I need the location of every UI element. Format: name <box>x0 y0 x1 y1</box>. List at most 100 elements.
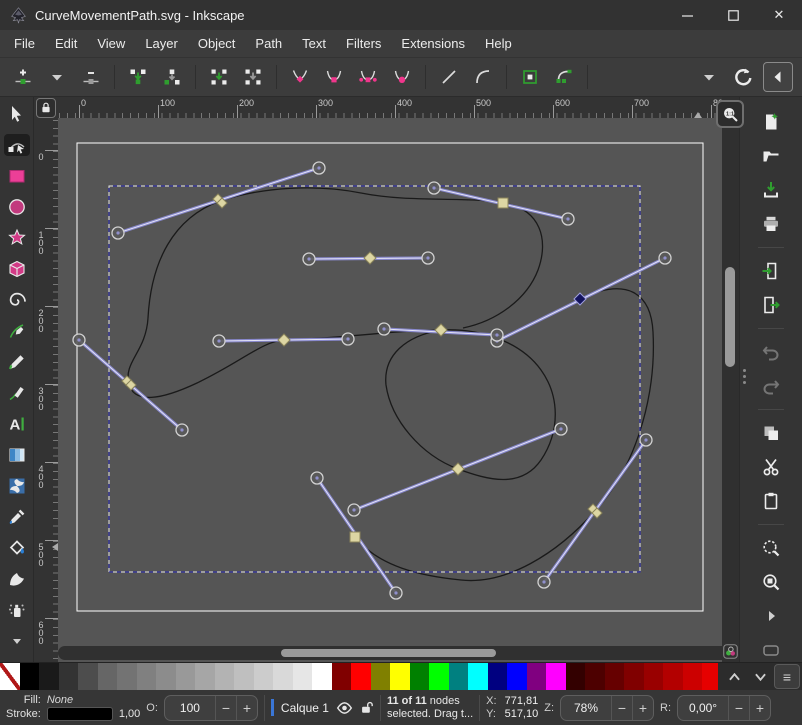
zoom-decrease-button[interactable]: − <box>611 696 632 720</box>
path-node[interactable] <box>350 532 360 542</box>
tool-mesh[interactable] <box>4 475 30 497</box>
menu-path[interactable]: Path <box>245 30 292 57</box>
vertical-scrollbar[interactable] <box>722 97 739 662</box>
insert-node-button[interactable] <box>9 63 37 91</box>
color-swatch[interactable] <box>176 663 196 690</box>
control-handle-dot[interactable] <box>307 257 310 260</box>
color-swatch[interactable] <box>468 663 488 690</box>
segment-curve-button[interactable] <box>469 63 497 91</box>
path-node[interactable] <box>498 198 508 208</box>
color-swatch[interactable] <box>644 663 664 690</box>
opacity-spinbox[interactable]: 100 − + <box>164 695 258 721</box>
color-swatch[interactable] <box>683 663 703 690</box>
color-swatch[interactable] <box>293 663 313 690</box>
color-swatch[interactable] <box>351 663 371 690</box>
zoom-spinbox[interactable]: 78% − + <box>560 695 654 721</box>
insert-node-caret-button[interactable] <box>43 63 71 91</box>
maximize-button[interactable] <box>710 0 756 30</box>
export-button[interactable] <box>759 294 783 316</box>
color-management-icon[interactable] <box>722 642 739 660</box>
color-swatch[interactable] <box>215 663 235 690</box>
control-handle-dot[interactable] <box>495 333 498 336</box>
lock-icon[interactable] <box>36 98 56 118</box>
object-to-path-button[interactable] <box>516 63 544 91</box>
segment-line-button[interactable] <box>435 63 463 91</box>
color-swatch[interactable] <box>137 663 157 690</box>
delete-node-button[interactable] <box>77 63 105 91</box>
menu-edit[interactable]: Edit <box>45 30 87 57</box>
page-border[interactable] <box>77 143 703 611</box>
color-swatch[interactable] <box>20 663 40 690</box>
tool-rectangle[interactable] <box>4 165 30 187</box>
tool-box-3d[interactable] <box>4 258 30 280</box>
color-swatch[interactable] <box>488 663 508 690</box>
color-swatch[interactable] <box>234 663 254 690</box>
join-nodes-button[interactable] <box>124 63 152 91</box>
zoom-1-1-button[interactable]: 1:1 <box>716 100 744 128</box>
color-swatch[interactable] <box>78 663 98 690</box>
color-swatch[interactable] <box>546 663 566 690</box>
tool-calligraphy[interactable] <box>4 382 30 404</box>
node-smooth-button[interactable] <box>320 63 348 91</box>
color-swatch[interactable] <box>59 663 79 690</box>
control-handle-dot[interactable] <box>644 438 647 441</box>
tool-selector[interactable] <box>4 103 30 125</box>
control-handle-dot[interactable] <box>426 256 429 259</box>
control-handle-dot[interactable] <box>566 217 569 220</box>
collapse-toolbar-button[interactable] <box>763 62 793 92</box>
control-handle-dot[interactable] <box>663 256 666 259</box>
menu-filters[interactable]: Filters <box>336 30 391 57</box>
layer-visibility-eye-icon[interactable] <box>336 701 353 715</box>
layer-name[interactable]: Calque 1 <box>281 701 329 715</box>
color-swatch[interactable] <box>507 663 527 690</box>
minimize-button[interactable] <box>664 0 710 30</box>
color-swatch[interactable] <box>585 663 605 690</box>
tool-more-tools[interactable] <box>4 630 30 652</box>
menu-layer[interactable]: Layer <box>135 30 188 57</box>
node-auto-button[interactable] <box>388 63 416 91</box>
tool-text[interactable]: A <box>4 413 30 435</box>
show-transform-handles-button[interactable] <box>729 63 757 91</box>
palette-menu-button[interactable]: ≡ <box>774 664 800 689</box>
color-swatch[interactable] <box>624 663 644 690</box>
zoom-increase-button[interactable]: + <box>632 696 653 720</box>
zoom-selection-button[interactable] <box>759 537 783 559</box>
color-swatch[interactable] <box>663 663 683 690</box>
layer-lock-open-icon[interactable] <box>360 700 374 715</box>
new-document-button[interactable] <box>759 111 783 133</box>
zoom-drawing-button[interactable] <box>759 571 783 593</box>
break-nodes-button[interactable] <box>158 63 186 91</box>
control-handle-dot[interactable] <box>352 508 355 511</box>
touch-ui-button[interactable] <box>759 639 783 661</box>
color-swatch[interactable] <box>117 663 137 690</box>
vertical-scrollbar-thumb[interactable] <box>725 267 735 367</box>
horizontal-ruler[interactable]: 0100200300400500600700800 <box>58 97 722 118</box>
open-document-button[interactable] <box>759 145 783 167</box>
print-button[interactable] <box>759 213 783 235</box>
control-handle-dot[interactable] <box>382 327 385 330</box>
color-swatch[interactable] <box>702 663 718 690</box>
commands-bar-handle[interactable] <box>743 369 746 384</box>
color-swatch[interactable] <box>156 663 176 690</box>
tool-dropper[interactable] <box>4 506 30 528</box>
color-swatch[interactable] <box>332 663 352 690</box>
opacity-decrease-button[interactable]: − <box>215 696 236 720</box>
cut-button[interactable] <box>759 456 783 478</box>
tool-spray[interactable] <box>4 599 30 621</box>
control-handle-dot[interactable] <box>317 166 320 169</box>
color-swatch[interactable] <box>449 663 469 690</box>
color-swatch[interactable] <box>410 663 430 690</box>
color-swatch[interactable] <box>527 663 547 690</box>
tool-pencil[interactable] <box>4 351 30 373</box>
horizontal-scrollbar[interactable] <box>58 646 722 660</box>
import-button[interactable] <box>759 260 783 282</box>
color-swatch[interactable] <box>98 663 118 690</box>
palette-scroll-up-button[interactable] <box>722 665 746 688</box>
rotation-spinbox[interactable]: 0,00° − + <box>677 695 771 721</box>
menu-text[interactable]: Text <box>292 30 336 57</box>
more-commands-button[interactable] <box>759 605 783 627</box>
menu-extensions[interactable]: Extensions <box>391 30 475 57</box>
control-handle-dot[interactable] <box>559 427 562 430</box>
color-swatch[interactable] <box>254 663 274 690</box>
close-button[interactable]: ✕ <box>756 0 802 30</box>
